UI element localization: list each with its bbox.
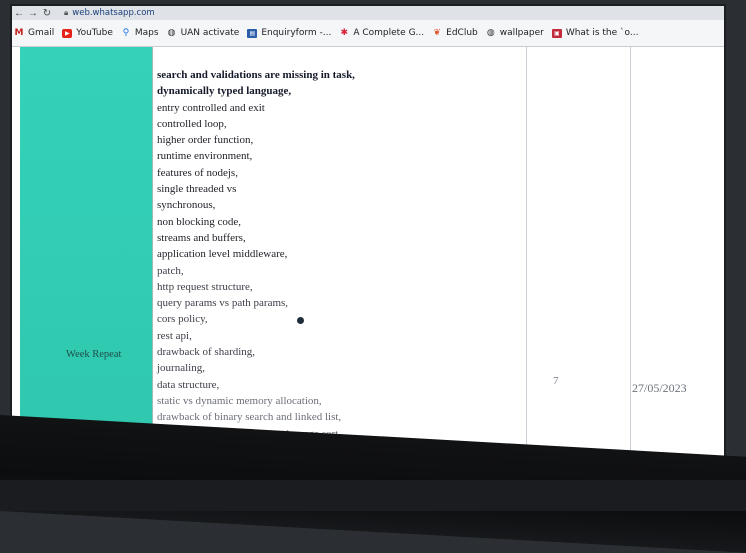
topic-line: journaling,	[157, 362, 205, 375]
form-icon: ▤	[247, 28, 258, 38]
count-cell: 7	[553, 375, 559, 387]
topic-line: query params vs path params,	[157, 297, 289, 310]
topic-line: single threaded vs	[157, 183, 237, 196]
topic-line: controlled loop,	[157, 117, 227, 130]
back-arrow-icon[interactable]: ←	[12, 8, 26, 19]
edclub-icon: ❦	[433, 27, 441, 38]
topic-line: higher order function,	[157, 134, 254, 147]
asterisk-icon: ✱	[340, 27, 349, 38]
bookmark-youtube[interactable]: ▶ YouTube	[62, 28, 113, 38]
url-text[interactable]: web.whatsapp.com	[72, 8, 154, 18]
topic-line: streams and buffers,	[157, 231, 246, 244]
bookmark-icon: ▣	[551, 28, 562, 38]
bookmark-enquiryform[interactable]: ▤ Enquiryform -...	[247, 28, 331, 38]
date-cell: 27/05/2023	[632, 381, 687, 395]
forward-arrow-icon[interactable]: →	[26, 8, 40, 19]
topic-line: dynamically typed language,	[157, 85, 292, 98]
bookmark-wallpaper[interactable]: ◍ wallpaper	[486, 28, 544, 38]
week-repeat-label: Week Repeat	[66, 349, 122, 360]
topic-line: patch,	[157, 264, 184, 277]
topic-line: entry controlled and exit	[157, 101, 265, 114]
topic-line: features of nodejs,	[157, 166, 238, 179]
lock-icon: 🔒︎	[64, 8, 69, 17]
mouse-cursor-icon	[297, 317, 304, 324]
topic-line: search and validations are missing in ta…	[157, 69, 355, 81]
bookmark-what-is-the[interactable]: ▣ What is the `o...	[551, 28, 638, 38]
bookmark-maps[interactable]: ⚲ Maps	[121, 28, 159, 38]
topic-line: non blocking code,	[157, 215, 242, 228]
bookmark-gmail[interactable]: M Gmail	[14, 27, 55, 38]
bookmarks-bar: M Gmail ▶ YouTube ⚲ Maps ◍ UAN activate …	[12, 20, 724, 47]
laptop-screen: ← → ↻ 🔒︎ web.whatsapp.com M Gmail ▶ YouT…	[12, 6, 724, 480]
topic-line: synchronous,	[157, 199, 216, 212]
topic-line: drawback of binary search and linked lis…	[157, 411, 342, 424]
spreadsheet-page: Week Repeat search and validations are m…	[12, 47, 724, 480]
youtube-icon: ▶	[62, 28, 73, 38]
reload-icon[interactable]: ↻	[40, 8, 54, 19]
topic-line: http request structure,	[157, 280, 253, 293]
bookmark-a-complete-guide[interactable]: ✱ A Complete G...	[339, 27, 425, 38]
row-label-cell: Week Repeat	[20, 47, 153, 467]
topic-line: data structure,	[157, 378, 220, 391]
topics-cell: search and validations are missing in ta…	[157, 67, 527, 442]
topic-line: static vs dynamic memory allocation,	[157, 394, 322, 407]
topic-line: runtime environment,	[157, 150, 253, 163]
globe-icon: ◍	[167, 27, 176, 38]
topic-line: cors policy,	[157, 313, 208, 326]
topic-line: rest api,	[157, 329, 192, 342]
bookmark-uan-activate[interactable]: ◍ UAN activate	[167, 28, 240, 38]
globe-icon: ◍	[486, 27, 495, 38]
address-bar[interactable]: ← → ↻ 🔒︎ web.whatsapp.com	[12, 6, 724, 20]
bookmark-edclub[interactable]: ❦ EdClub	[432, 27, 477, 38]
column-divider	[630, 47, 631, 467]
laptop-bezel-edge	[0, 480, 746, 511]
gmail-icon: M	[14, 27, 24, 38]
topic-line: drawback of sharding,	[157, 346, 256, 359]
maps-icon: ⚲	[122, 27, 130, 38]
topic-line: application level middleware,	[157, 248, 288, 261]
